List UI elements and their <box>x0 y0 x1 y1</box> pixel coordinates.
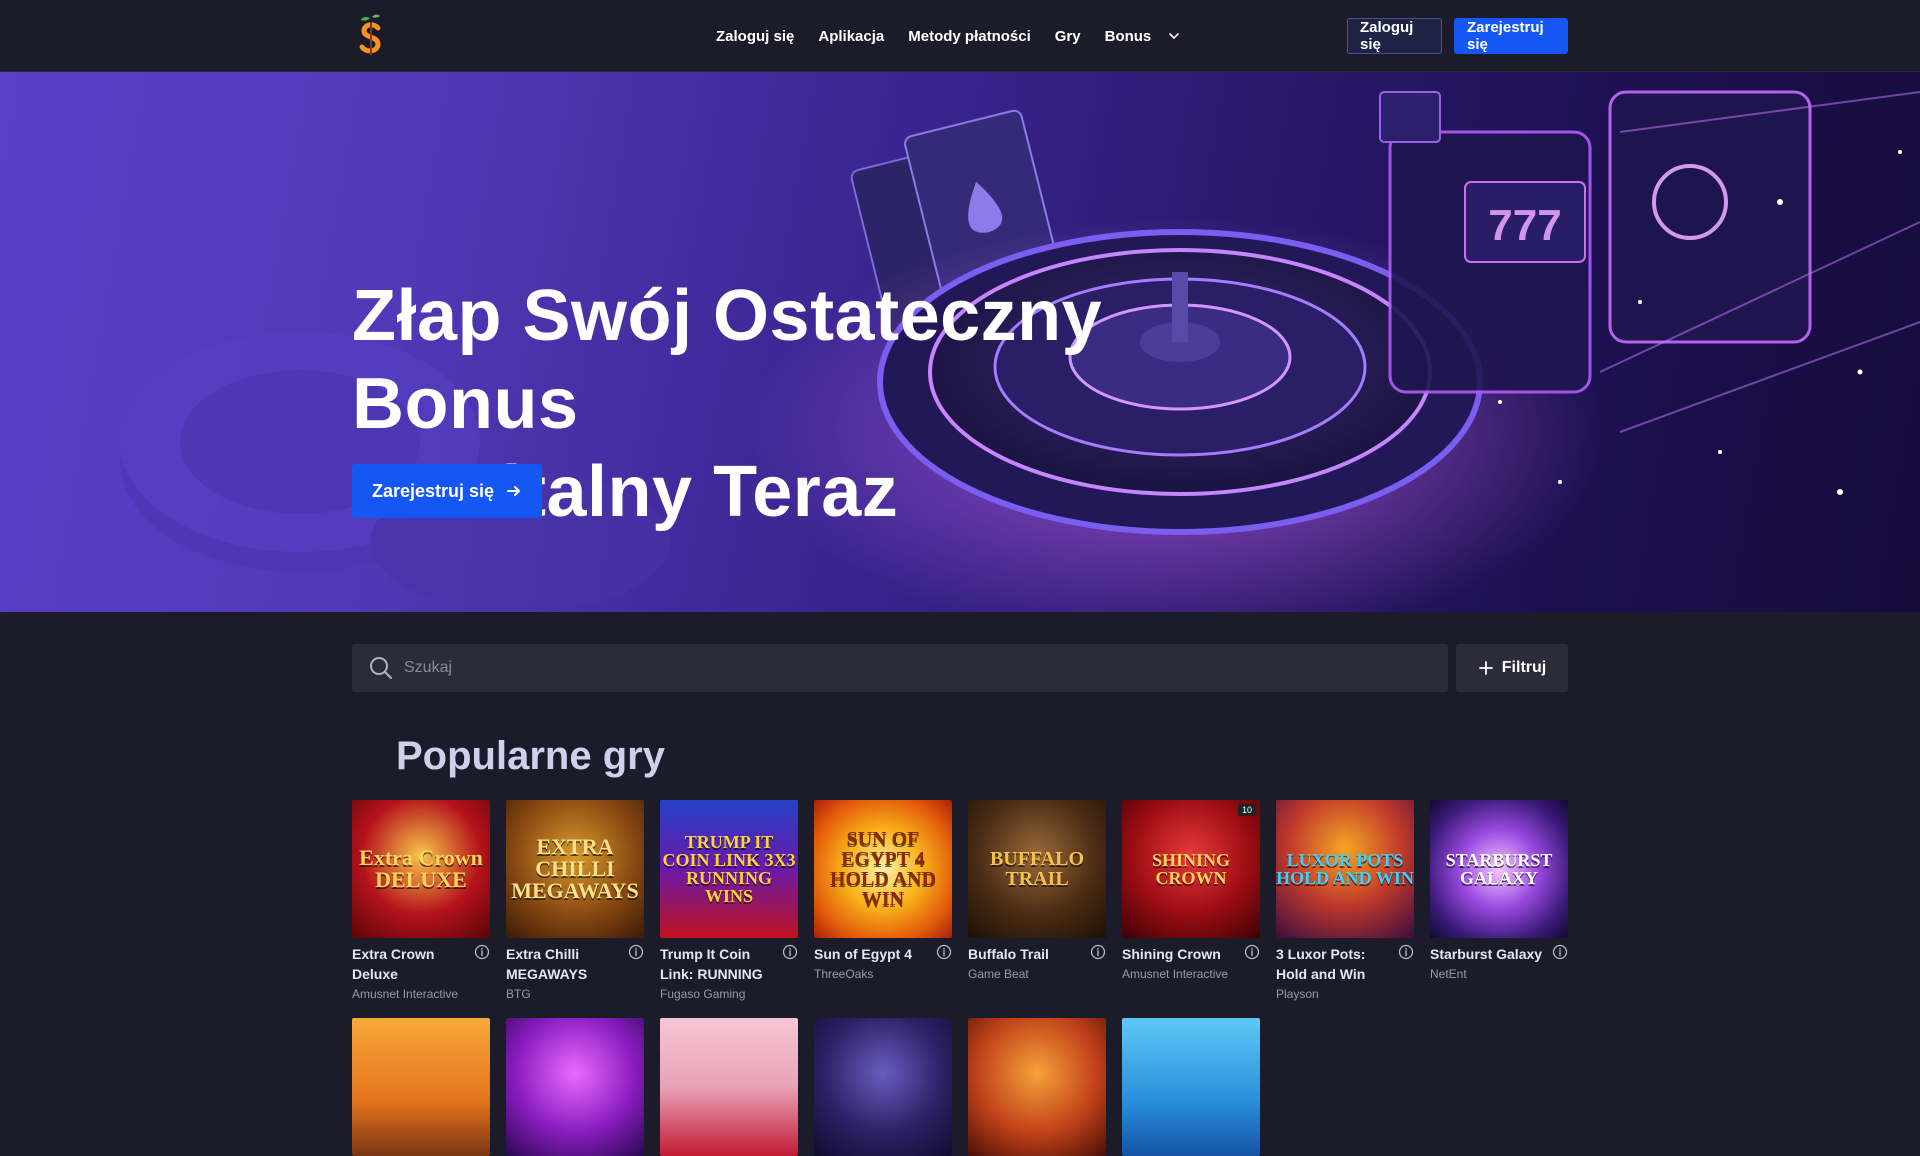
info-icon[interactable] <box>1398 944 1414 960</box>
game-card[interactable]: Extra Crown DELUXE Extra Crown Deluxe Am… <box>352 800 490 1001</box>
game-provider: BTG <box>506 987 531 1001</box>
game-art-text: LUXOR POTS HOLD AND WIN <box>1276 850 1414 888</box>
hero-title-line1: Złap Swój Ostateczny Bonus <box>352 276 1103 444</box>
game-card[interactable] <box>1122 1018 1260 1156</box>
game-thumbnail[interactable] <box>1122 1018 1260 1156</box>
game-name[interactable]: Trump It Coin Link: RUNNING <box>660 944 778 984</box>
main-nav: Zaloguj się Aplikacja Metody płatności G… <box>716 0 1181 72</box>
game-card[interactable] <box>660 1018 798 1156</box>
game-name[interactable]: Shining Crown <box>1122 944 1240 964</box>
nav-app[interactable]: Aplikacja <box>818 28 884 45</box>
info-icon[interactable] <box>936 944 952 960</box>
game-thumbnail[interactable]: LUXOR POTS HOLD AND WIN <box>1276 800 1414 938</box>
game-thumbnail[interactable]: STARBURST GALAXY <box>1430 800 1568 938</box>
game-name[interactable]: Extra Crown Deluxe <box>352 944 470 984</box>
game-art-text: SUN OF EGYPT 4 HOLD AND WIN <box>829 828 937 910</box>
game-provider: Amusnet Interactive <box>352 987 459 1001</box>
game-provider: Amusnet Interactive <box>1122 967 1229 981</box>
game-art-text: TRUMP IT COIN LINK 3X3 RUNNING WINS <box>662 832 796 906</box>
nav-login[interactable]: Zaloguj się <box>716 28 794 45</box>
game-thumbnail[interactable]: TRUMP IT COIN LINK 3X3 RUNNING WINS <box>660 800 798 938</box>
game-card[interactable]: SHINING CROWN 10 Shining Crown Amusnet I… <box>1122 800 1260 981</box>
search-icon <box>370 657 392 679</box>
game-card[interactable] <box>352 1018 490 1156</box>
game-art-text: BUFFALO TRAIL <box>989 848 1085 890</box>
chevron-down-icon[interactable] <box>1167 29 1181 43</box>
game-thumbnail[interactable]: Extra Crown DELUXE <box>352 800 490 938</box>
game-thumbnail[interactable]: SHINING CROWN 10 <box>1122 800 1260 938</box>
search-bar <box>352 644 1448 692</box>
game-badge: 10 <box>1237 804 1256 816</box>
hero-register-label: Zarejestruj się <box>371 480 495 501</box>
game-provider: Fugaso Gaming <box>660 987 746 1001</box>
game-name[interactable]: Sun of Egypt 4 <box>814 944 932 964</box>
search-input[interactable] <box>404 644 1448 692</box>
game-card[interactable]: SUN OF EGYPT 4 HOLD AND WIN Sun of Egypt… <box>814 800 952 981</box>
game-provider: ThreeOaks <box>814 967 874 981</box>
game-provider: Game Beat <box>968 967 1029 981</box>
game-art-text: STARBURST GALAXY <box>1445 850 1553 888</box>
filter-label: Filtruj <box>1501 659 1547 676</box>
game-card[interactable] <box>814 1018 952 1156</box>
game-art-text: EXTRA CHILLI MEGAWAYS <box>511 834 639 903</box>
game-card[interactable]: TRUMP IT COIN LINK 3X3 RUNNING WINS Trum… <box>660 800 798 1001</box>
filter-button[interactable]: Filtruj <box>1456 644 1568 692</box>
game-thumbnail[interactable] <box>506 1018 644 1156</box>
game-card[interactable]: LUXOR POTS HOLD AND WIN 3 Luxor Pots: Ho… <box>1276 800 1414 1001</box>
nav-payment-methods[interactable]: Metody płatności <box>908 28 1031 45</box>
top-header: Zaloguj się Aplikacja Metody płatności G… <box>0 0 1920 72</box>
game-thumbnail[interactable] <box>352 1018 490 1156</box>
header-register-button[interactable]: Zarejestruj się <box>1454 18 1568 54</box>
game-thumbnail[interactable]: EXTRA CHILLI MEGAWAYS <box>506 800 644 938</box>
game-thumbnail[interactable] <box>814 1018 952 1156</box>
svg-text:777: 777 <box>1488 201 1561 250</box>
hero-banner: 777 Złap Swój Ostateczny Bonus Powitalny… <box>0 72 1920 612</box>
game-thumbnail[interactable]: BUFFALO TRAIL <box>968 800 1106 938</box>
game-name[interactable]: 3 Luxor Pots: Hold and Win <box>1276 944 1394 984</box>
info-icon[interactable] <box>1244 944 1260 960</box>
game-art-text: SHINING CROWN <box>1151 850 1231 888</box>
game-thumbnail[interactable] <box>660 1018 798 1156</box>
hero-register-button[interactable]: Zarejestruj się <box>352 464 542 518</box>
game-name[interactable]: Buffalo Trail <box>968 944 1086 964</box>
game-card[interactable]: EXTRA CHILLI MEGAWAYS Extra Chilli MEGAW… <box>506 800 644 1001</box>
info-icon[interactable] <box>628 944 644 960</box>
plus-icon <box>1478 661 1493 675</box>
game-name[interactable]: Starburst Galaxy <box>1430 944 1548 964</box>
game-name[interactable]: Extra Chilli MEGAWAYS <box>506 944 624 984</box>
nav-bonus-label: Bonus <box>1104 27 1152 45</box>
info-icon[interactable] <box>1090 944 1106 960</box>
info-icon[interactable] <box>1552 944 1568 960</box>
info-icon[interactable] <box>782 944 798 960</box>
info-icon[interactable] <box>474 944 490 960</box>
game-card[interactable] <box>506 1018 644 1156</box>
arrow-right-icon <box>507 486 521 496</box>
popular-games-title: Popularne gry <box>396 734 665 778</box>
game-provider: NetEnt <box>1430 967 1467 981</box>
header-login-button[interactable]: Zaloguj się <box>1347 18 1442 54</box>
logo-icon[interactable] <box>356 14 388 58</box>
nav-games[interactable]: Gry <box>1055 28 1081 45</box>
game-card[interactable] <box>968 1018 1106 1156</box>
game-art-text: Extra Crown DELUXE <box>359 845 483 892</box>
game-card[interactable]: STARBURST GALAXY Starburst Galaxy NetEnt <box>1430 800 1568 981</box>
game-card[interactable]: BUFFALO TRAIL Buffalo Trail Game Beat <box>968 800 1106 981</box>
nav-bonus[interactable]: Bonus <box>1105 28 1182 45</box>
game-provider: Playson <box>1276 987 1319 1001</box>
game-thumbnail[interactable] <box>968 1018 1106 1156</box>
game-thumbnail[interactable]: SUN OF EGYPT 4 HOLD AND WIN <box>814 800 952 938</box>
